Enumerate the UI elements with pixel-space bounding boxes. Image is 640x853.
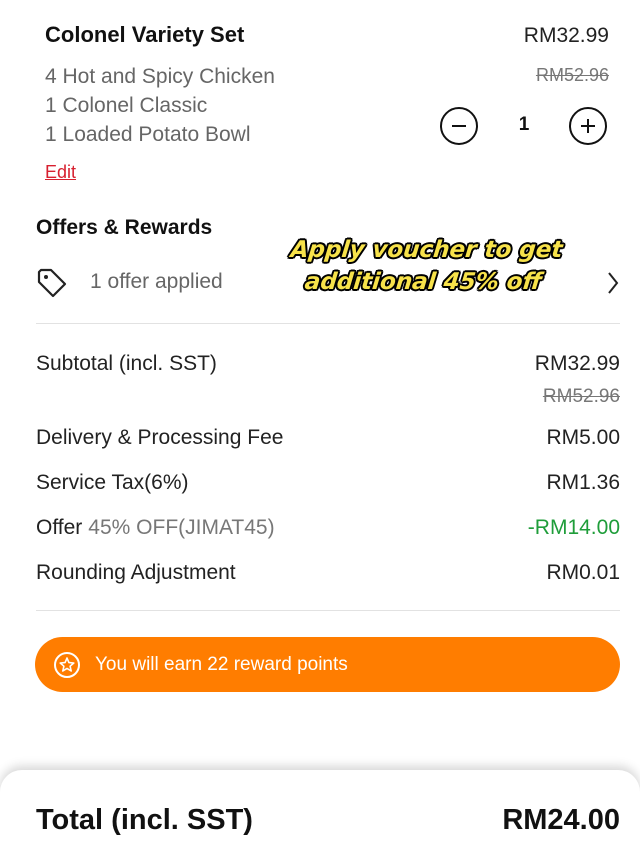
subtotal-label: Subtotal (incl. SST) <box>36 352 217 375</box>
service-tax-value: RM1.36 <box>546 471 620 494</box>
rounding-value: RM0.01 <box>546 561 620 584</box>
delivery-fee-value: RM5.00 <box>546 426 620 449</box>
total-bottom-sheet: Total (incl. SST) RM24.00 <box>0 770 640 853</box>
delivery-fee-label: Delivery & Processing Fee <box>36 426 284 449</box>
caption-line: additional 45% off <box>303 269 544 295</box>
subtotal-value: RM32.99 <box>534 352 620 375</box>
minus-circle-icon <box>452 125 466 127</box>
item-component: 4 Hot and Spicy Chicken <box>45 65 275 88</box>
total-value: RM24.00 <box>502 804 620 836</box>
reward-points-banner: You will earn 22 reward points <box>35 637 620 692</box>
quantity-value: 1 <box>518 114 530 135</box>
offer-label-row: Offer 45% OFF(JIMAT45) <box>36 516 275 540</box>
star-badge-icon <box>54 651 80 678</box>
item-component: 1 Colonel Classic <box>45 94 208 117</box>
subtotal-original-price: RM52.96 <box>542 386 620 407</box>
offers-rewards-title: Offers & Rewards <box>36 216 213 239</box>
offer-discount-value: -RM14.00 <box>527 516 620 539</box>
item-name: Colonel Variety Set <box>45 22 245 47</box>
total-label: Total (incl. SST) <box>36 804 253 836</box>
edit-link[interactable]: Edit <box>45 162 76 183</box>
item-component: 1 Loaded Potato Bowl <box>45 123 251 146</box>
decrease-quantity-button[interactable] <box>440 107 478 145</box>
increase-quantity-button[interactable] <box>569 107 607 145</box>
chevron-right-icon <box>608 272 619 294</box>
divider <box>36 610 620 611</box>
caption-line: Apply voucher to get <box>289 237 564 263</box>
item-original-price: RM52.96 <box>535 65 609 85</box>
plus-circle-icon <box>581 119 595 133</box>
offer-applied-text: 1 offer applied <box>90 270 223 293</box>
voucher-caption-overlay: Apply voucher to get additional 45% off <box>257 234 594 298</box>
item-price: RM32.99 <box>523 24 609 47</box>
divider <box>36 323 620 324</box>
service-tax-label: Service Tax(6%) <box>36 471 189 494</box>
offer-label: Offer <box>36 516 83 539</box>
tag-icon <box>37 268 67 298</box>
rounding-label: Rounding Adjustment <box>36 561 236 584</box>
offer-code: 45% OFF(JIMAT45) <box>88 516 275 539</box>
reward-points-text: You will earn 22 reward points <box>95 653 348 675</box>
